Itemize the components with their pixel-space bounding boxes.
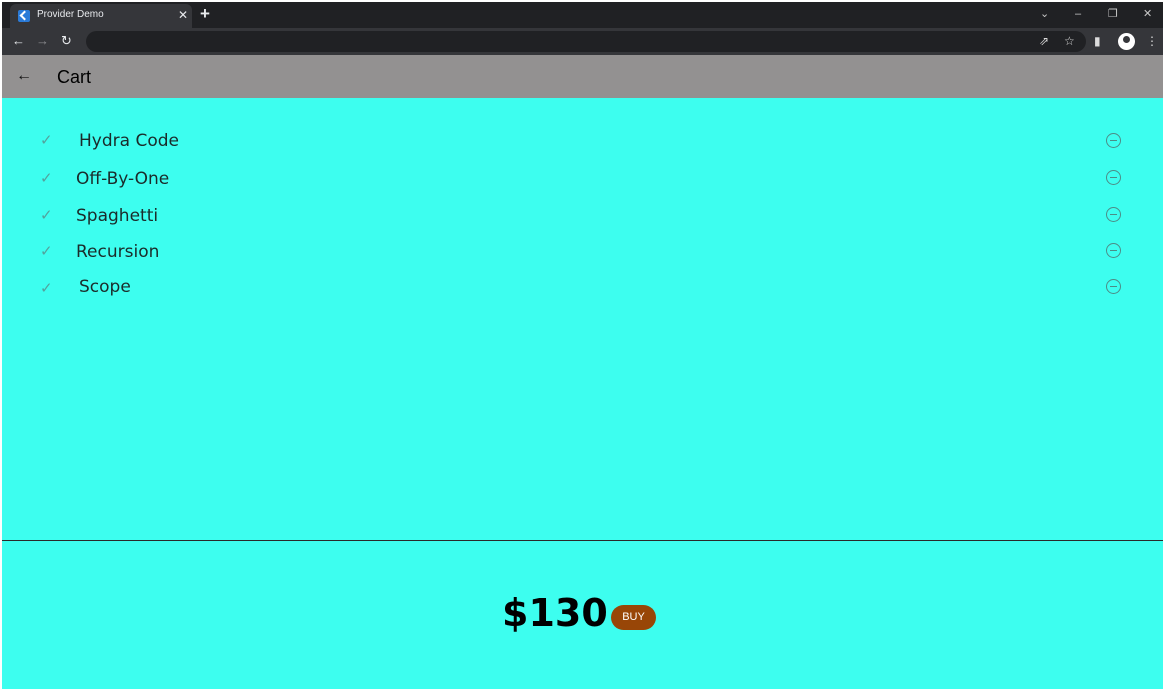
new-tab-icon[interactable]: + (200, 5, 210, 23)
address-bar[interactable] (86, 31, 1086, 52)
side-panel-icon[interactable]: ▮ (1094, 33, 1101, 49)
minimize-icon[interactable]: – (1075, 7, 1081, 21)
restore-icon[interactable]: ❐ (1108, 7, 1118, 21)
cart-item-name: Spaghetti (76, 206, 159, 226)
remove-circle-icon[interactable] (1106, 133, 1121, 148)
share-icon[interactable]: ⇗ (1039, 33, 1049, 49)
cart-item: ✓ Recursion (2, 239, 1163, 269)
remove-circle-icon[interactable] (1106, 170, 1121, 185)
cart-item-name: Scope (79, 277, 131, 297)
remove-circle-icon[interactable] (1106, 279, 1121, 294)
remove-circle-icon[interactable] (1106, 207, 1121, 222)
buy-button[interactable]: BUY (611, 605, 656, 630)
reload-icon[interactable]: ↻ (61, 33, 72, 49)
forward-icon[interactable]: → (36, 33, 49, 49)
browser-toolbar: ← → ↻ ⇗ ☆ ▮ ⋮ (2, 28, 1163, 55)
tab-close-icon[interactable]: ✕ (178, 8, 188, 22)
close-window-icon[interactable]: ✕ (1143, 7, 1152, 21)
app-bar: ← Cart (2, 55, 1163, 98)
tab-search-icon[interactable]: ⌄ (1040, 7, 1049, 21)
profile-avatar-icon[interactable] (1118, 33, 1135, 50)
check-icon: ✓ (40, 132, 53, 149)
browser-menu-icon[interactable]: ⋮ (1146, 33, 1158, 49)
page-title: Cart (57, 67, 92, 87)
divider (2, 540, 1163, 541)
cart-item: ✓ Scope (2, 274, 1163, 304)
check-icon: ✓ (40, 280, 53, 297)
cart-item: ✓ Hydra Code (2, 128, 1163, 158)
back-icon[interactable]: ← (12, 33, 25, 49)
cart-item-name: Hydra Code (79, 131, 179, 151)
cart-item: ✓ Spaghetti (2, 203, 1163, 233)
cart-item-name: Recursion (76, 242, 160, 262)
app-back-button[interactable]: ← (16, 66, 32, 86)
check-icon: ✓ (40, 170, 53, 187)
check-icon: ✓ (40, 243, 53, 260)
tab-title: Provider Demo (37, 9, 104, 20)
cart-total: $130 (502, 591, 608, 635)
browser-tab[interactable]: Provider Demo ✕ (10, 4, 192, 28)
cart-item: ✓ Off-By-One (2, 166, 1163, 196)
flutter-icon (18, 10, 30, 22)
check-icon: ✓ (40, 207, 53, 224)
cart-page: ✓ Hydra Code ✓ Off-By-One ✓ Spaghetti ✓ … (2, 98, 1163, 689)
bookmark-star-icon[interactable]: ☆ (1064, 33, 1075, 49)
browser-tabstrip: Provider Demo ✕ + ⌄ – ❐ ✕ (2, 2, 1163, 28)
remove-circle-icon[interactable] (1106, 243, 1121, 258)
cart-item-name: Off-By-One (76, 169, 170, 189)
